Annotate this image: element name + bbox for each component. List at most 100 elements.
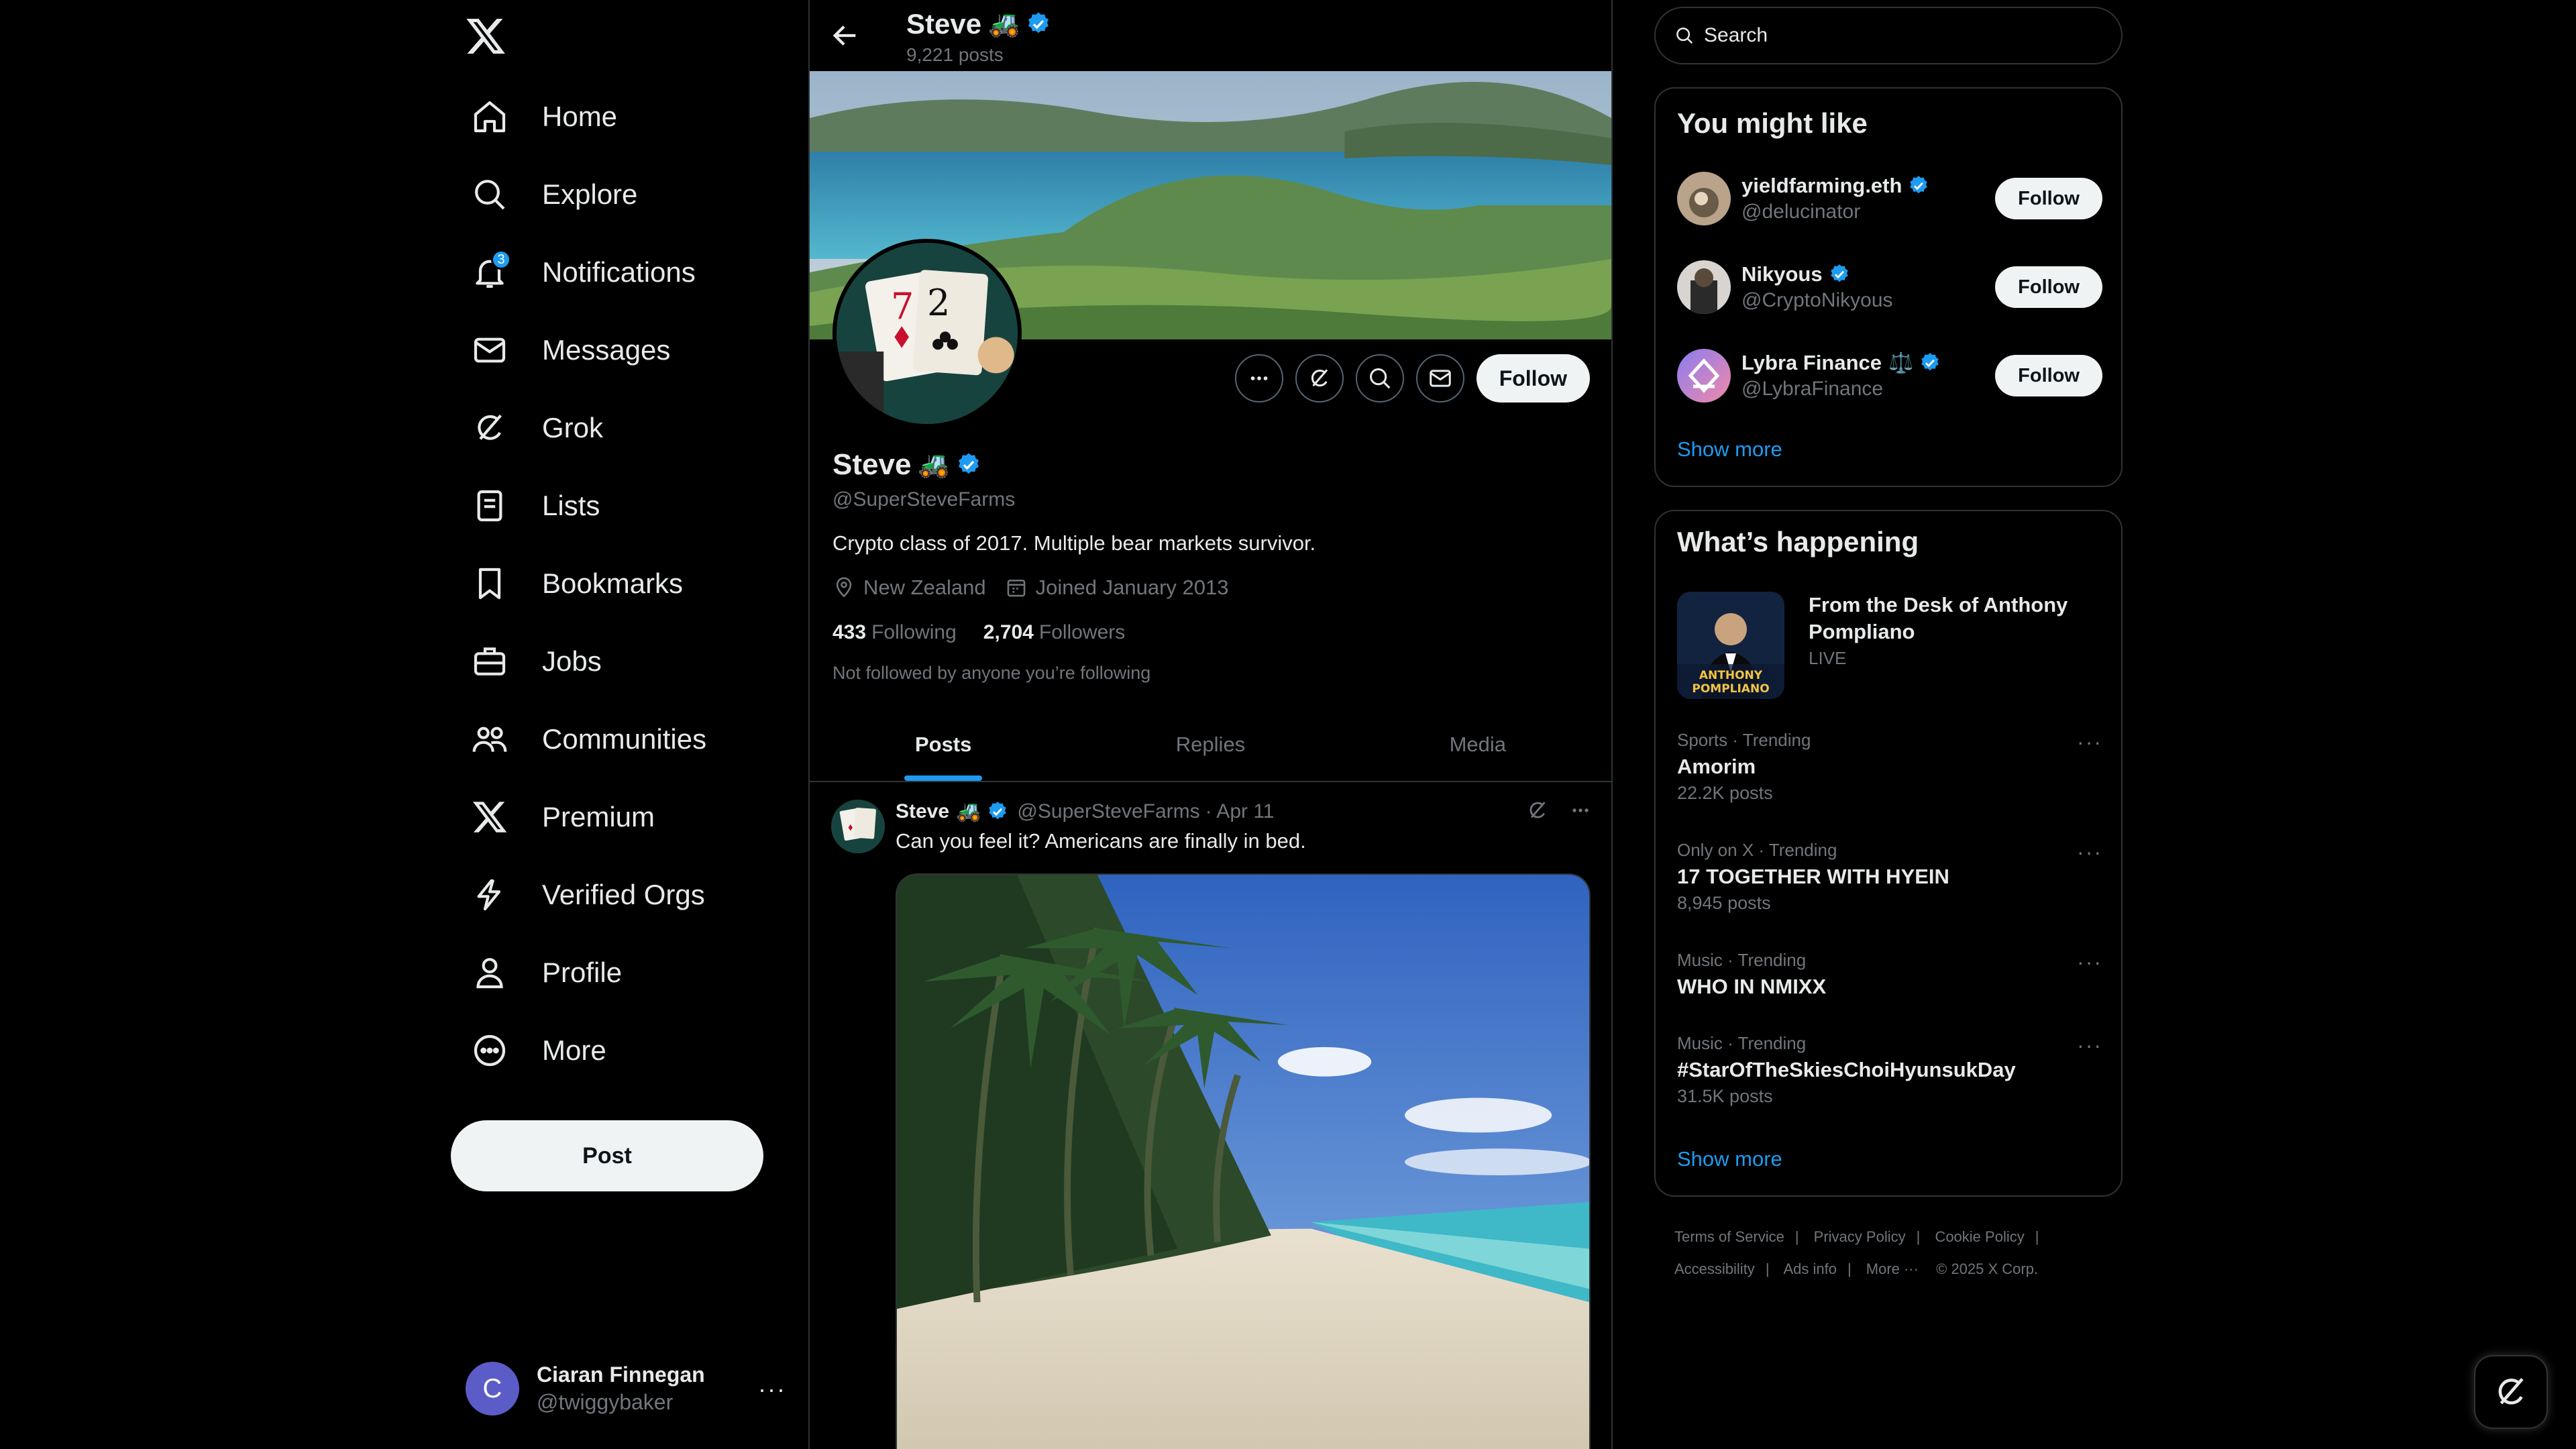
trend-item[interactable]: Only on X · Trending 17 TOGETHER WITH HY… (1677, 840, 2102, 914)
search-bar[interactable] (1654, 7, 2123, 64)
more-horizontal-icon[interactable]: ··· (2077, 1033, 2102, 1058)
back-arrow-icon[interactable] (830, 20, 861, 51)
suggestion-item[interactable]: Lybra Finance ⚖️ @LybraFinance Follow (1677, 342, 2102, 409)
footer-link-accessibility[interactable]: Accessibility (1674, 1260, 1755, 1277)
verified-badge-icon (1919, 352, 1941, 374)
footer-link-ads-info[interactable]: Ads info (1783, 1260, 1837, 1277)
trend-name: Amorim (1677, 755, 1756, 778)
header-title: Steve 🚜 (906, 8, 1052, 40)
person-icon (471, 954, 508, 991)
tweet-image[interactable] (896, 873, 1591, 1449)
follow-button[interactable]: Follow (1995, 178, 2102, 219)
profile-column: Steve 🚜 9,221 posts 7 2 Follow Steve 🚜 @… (808, 0, 1613, 1449)
you-might-like-title: You might like (1677, 107, 1868, 139)
following-link[interactable]: 433 Following (833, 621, 957, 644)
nav-item-notifications[interactable]: 3 Notifications (460, 233, 717, 311)
trend-item[interactable]: Sports · Trending Amorim 22.2K posts ··· (1677, 730, 2102, 804)
trend-count: 8,945 posts (1677, 893, 1771, 913)
search-input[interactable] (1704, 24, 2080, 47)
footer-link-terms[interactable]: Terms of Service (1674, 1228, 1784, 1245)
suggestion-item[interactable]: yieldfarming.eth @delucinator Follow (1677, 165, 2102, 232)
nav-label-bookmarks: Bookmarks (542, 568, 684, 599)
search-icon (1369, 368, 1391, 389)
nav-label-notifications: Notifications (542, 256, 696, 288)
nav-label-home: Home (542, 101, 618, 132)
trend-name: #StarOfTheSkiesChoiHyunsukDay (1677, 1058, 2016, 1081)
suggestion-handle: @LybraFinance (1741, 378, 1884, 400)
trend-count: 31.5K posts (1677, 1086, 1773, 1106)
account-name: Ciaran Finnegan (537, 1362, 705, 1387)
nav-item-messages[interactable]: Messages (460, 311, 717, 389)
profile-name: Steve 🚜 (833, 448, 982, 482)
nav-item-explore[interactable]: Explore (460, 156, 717, 233)
followers-count: 2,704 (983, 621, 1034, 643)
profile-avatar[interactable]: 7 2 (833, 239, 1022, 428)
nav-item-premium[interactable]: Premium (460, 778, 717, 856)
tweet[interactable]: Steve 🚜 @SuperSteveFarms · Apr 11 Can yo… (810, 784, 1611, 1449)
show-more-link[interactable]: Show more (1677, 1147, 1782, 1171)
profile-handle: @SuperSteveFarms (833, 488, 1016, 511)
profile-actions: Follow (1234, 354, 1590, 402)
tweet-author-name[interactable]: Steve (896, 800, 949, 823)
tab-replies[interactable]: Replies (1077, 708, 1344, 781)
nav-item-profile[interactable]: Profile (460, 934, 717, 1012)
tractor-emoji: 🚜 (918, 451, 950, 479)
message-button[interactable] (1415, 354, 1464, 402)
nav-item-grok[interactable]: Grok (460, 389, 717, 467)
grok-button[interactable] (1295, 354, 1344, 402)
tweet-author-handle[interactable]: @SuperSteveFarms (1017, 800, 1199, 823)
more-horizontal-icon[interactable]: ··· (758, 1375, 786, 1403)
calendar-icon (1007, 580, 1025, 597)
list-icon (471, 487, 508, 525)
active-tab-indicator (904, 775, 983, 781)
follow-button[interactable]: Follow (1476, 354, 1590, 402)
verified-badge-icon (955, 451, 982, 478)
footer-link-privacy[interactable]: Privacy Policy (1814, 1228, 1906, 1245)
envelope-icon (471, 331, 508, 369)
suggestion-name: Nikyous (1741, 262, 1995, 286)
nav-item-more[interactable]: More (460, 1012, 717, 1089)
more-horizontal-icon[interactable]: ··· (2077, 840, 2102, 865)
account-info: Ciaran Finnegan @twiggybaker (537, 1362, 705, 1415)
tractor-emoji: 🚜 (988, 10, 1020, 38)
footer-link-more[interactable]: More ··· (1866, 1260, 1919, 1277)
trend-item[interactable]: Music · Trending #StarOfTheSkiesChoiHyun… (1677, 1033, 2102, 1107)
x-logo-icon[interactable] (464, 15, 507, 58)
whats-happening-card: What’s happening ANTHONY POMPLIANO From … (1654, 510, 2123, 1197)
more-options-button[interactable] (1234, 354, 1283, 402)
grok-icon[interactable] (1525, 798, 1550, 826)
suggestion-avatar (1677, 260, 1731, 314)
tab-media[interactable]: Media (1344, 708, 1611, 781)
nav-item-communities[interactable]: Communities (460, 700, 717, 778)
followers-link[interactable]: 2,704 Followers (983, 621, 1125, 644)
grok-icon (2498, 1378, 2524, 1405)
more-horizontal-icon[interactable]: ··· (2077, 730, 2102, 755)
more-horizontal-icon[interactable]: ··· (2077, 950, 2102, 975)
nav-label-profile: Profile (542, 957, 623, 988)
search-profile-button[interactable] (1355, 354, 1404, 402)
nav-item-bookmarks[interactable]: Bookmarks (460, 545, 717, 623)
nav-item-home[interactable]: Home (460, 78, 717, 156)
account-switcher[interactable]: C Ciaran Finnegan @twiggybaker ··· (466, 1358, 793, 1419)
tab-posts[interactable]: Posts (810, 708, 1077, 781)
follow-button[interactable]: Follow (1995, 266, 2102, 308)
trend-item[interactable]: Music · Trending WHO IN NMIXX ··· (1677, 950, 2102, 999)
follow-button[interactable]: Follow (1995, 355, 2102, 396)
show-more-link[interactable]: Show more (1677, 437, 1782, 462)
footer-link-cookie[interactable]: Cookie Policy (1935, 1228, 2024, 1245)
nav-item-lists[interactable]: Lists (460, 467, 717, 545)
post-button[interactable]: Post (451, 1120, 763, 1191)
tractor-emoji: 🚜 (956, 800, 981, 822)
account-handle: @twiggybaker (537, 1390, 674, 1414)
nav-item-verified-orgs[interactable]: Verified Orgs (460, 856, 717, 934)
tweet-date[interactable]: · Apr 11 (1205, 800, 1275, 823)
nav-item-jobs[interactable]: Jobs (460, 623, 717, 700)
tweet-avatar[interactable] (831, 800, 885, 853)
trend-meta: Music · Trending (1677, 1033, 1807, 1053)
featured-event[interactable]: ANTHONY POMPLIANO From the Desk of Antho… (1677, 592, 2102, 699)
home-icon (471, 98, 508, 136)
suggestion-item[interactable]: Nikyous @CryptoNikyous Follow (1677, 254, 2102, 321)
grok-chat-button[interactable] (2474, 1355, 2548, 1429)
more-horizontal-icon[interactable] (1568, 798, 1593, 826)
suggestion-info: Nikyous @CryptoNikyous (1741, 262, 1995, 312)
